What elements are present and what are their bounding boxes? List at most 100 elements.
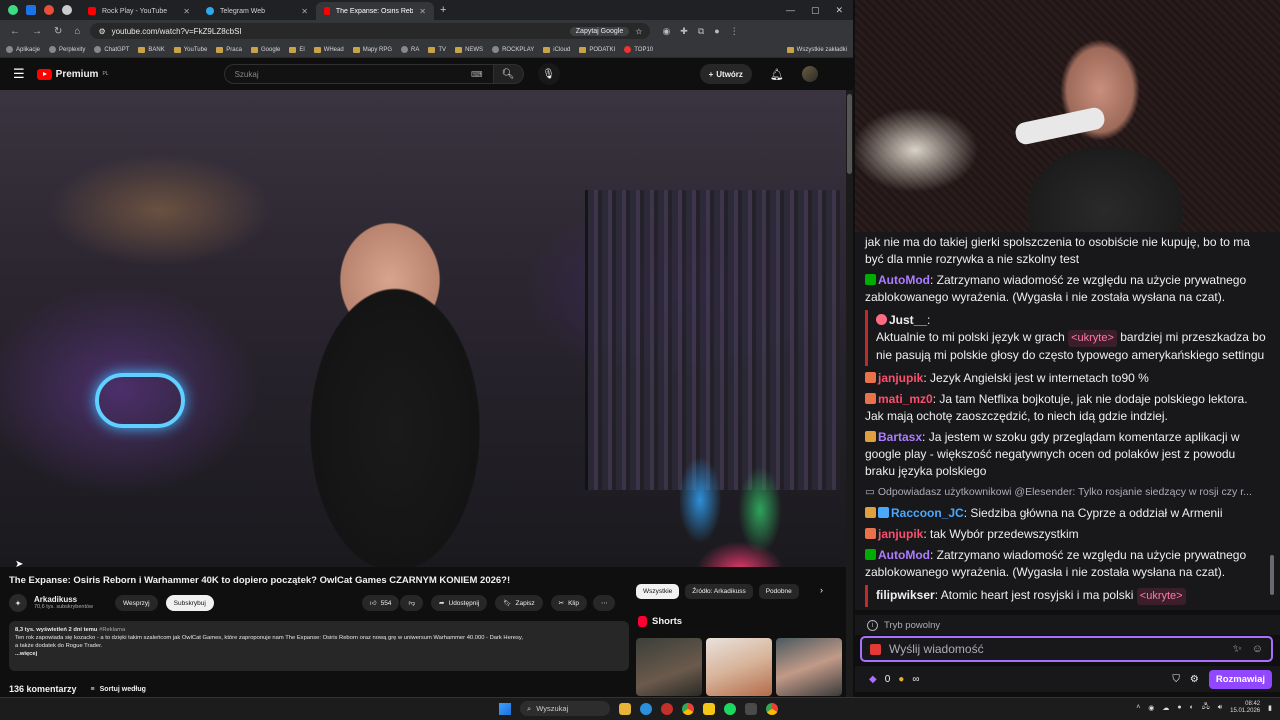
save-button[interactable]: 🔖︎ Zapisz [495,595,543,611]
notifications-bell-icon[interactable]: 🔔︎ [770,68,784,81]
close-icon[interactable]: ✕ [301,7,308,16]
extension-icon[interactable]: ✚ [680,26,688,37]
create-button[interactable]: + Utwórz [699,64,752,84]
network-icon[interactable]: 🖧︎ [1202,702,1210,713]
bookmark-folder[interactable]: NEWS [455,46,483,53]
extension-icon[interactable]: ◉ [662,26,670,37]
chrome-icon[interactable] [682,702,694,715]
youtube-logo[interactable]: Premium PL [36,68,109,80]
hidden-text-badge[interactable]: <ukryte> [1068,330,1117,347]
support-button[interactable]: Wesprzyj [115,595,158,611]
chevron-up-icon[interactable]: ˄ [1136,704,1140,711]
page-scrollbar[interactable] [846,90,853,697]
bookmark-item[interactable]: ROCKPLAY [492,46,534,53]
magic-wand-icon[interactable]: ✨︎ [1233,643,1242,656]
short-thumbnail[interactable] [636,638,702,696]
tray-app-icon[interactable]: ◉ [1148,704,1154,712]
spotify-icon[interactable] [724,702,736,715]
tab-rock-play[interactable]: Rock Play - YouTube ✕ [80,2,198,20]
chrome-icon[interactable] [766,702,778,715]
close-window-icon[interactable]: ✕ [835,5,843,16]
clip-button[interactable]: ✂ Klip [550,595,587,611]
chat-username[interactable]: mati_mz0 [878,392,933,406]
chat-scrollbar[interactable] [1270,555,1274,595]
chat-identity-icon[interactable] [870,643,881,655]
search-input[interactable]: Szukaj ⌨ [223,64,494,84]
hamburger-menu-icon[interactable]: ☰ [13,66,25,82]
chip-related[interactable]: Podobne [758,584,799,599]
reply-preview[interactable]: ▭ Odpowiadasz użytkownikowi @Elesender: … [865,482,1266,503]
video-player[interactable] [0,90,846,567]
file-explorer-icon[interactable] [619,702,631,715]
sort-comments-button[interactable]: ≡ Sortuj według [91,686,146,693]
chat-username[interactable]: janjupik [878,527,923,541]
clock[interactable]: 08:42 15.01.2026 [1230,701,1260,715]
channel-avatar[interactable]: ✦ [9,594,27,612]
emoji-icon[interactable]: ☺ [1252,643,1263,656]
reload-icon[interactable]: ↻ [54,26,62,37]
short-thumbnail[interactable] [776,638,842,696]
share-button[interactable]: ➦ Udostępnij [431,595,488,611]
pinned-tab-icon[interactable] [26,5,36,15]
bookmark-folder[interactable]: TV [428,46,446,53]
new-tab-button[interactable]: + [440,4,446,16]
chat-send-button[interactable]: Rozmawiaj [1208,669,1272,689]
pinned-tab-icon[interactable] [62,5,72,15]
windows-start-icon[interactable] [499,702,511,715]
like-button[interactable]: 👍︎ 554 [361,595,400,611]
bookmark-folder[interactable]: YouTube [173,46,207,53]
channel-name[interactable]: Arkadikuss [34,595,93,605]
avatar[interactable] [801,66,818,82]
maximize-icon[interactable]: ▢ [811,5,820,16]
opera-icon[interactable] [661,702,673,715]
short-thumbnail[interactable] [706,638,772,696]
back-icon[interactable]: ← [10,26,20,37]
more-actions-button[interactable]: ⋯ [592,595,616,611]
hidden-text-badge[interactable]: <ukryte> [1136,588,1186,605]
bookmark-folder[interactable]: iCloud [543,46,570,53]
volume-icon[interactable]: 🔊︎ [1218,704,1222,712]
pinned-tab-icon[interactable] [44,5,54,15]
chat-username[interactable]: janjupik [878,371,923,385]
search-button[interactable]: 🔍︎ [493,64,524,84]
tab-expanse-video[interactable]: The Expanse: Osiris Reborn i W...✕ [316,2,434,20]
chat-username[interactable]: filipwikser [876,588,935,602]
dislike-button[interactable]: 👎︎ [400,595,424,611]
app-icon[interactable] [745,702,757,715]
chat-username[interactable]: Just__ [889,313,927,327]
bookmark-folder[interactable]: BANK [138,46,165,53]
forward-icon[interactable]: → [32,26,42,37]
close-icon[interactable]: ✕ [419,7,426,16]
ask-google-button[interactable]: Zapytaj Google [569,26,630,36]
bookmark-apps[interactable]: Aplikacje [6,46,40,53]
tab-telegram[interactable]: Telegram Web ✕ [198,2,316,20]
taskbar-search-input[interactable]: ⌕ Wyszukaj [520,701,610,716]
all-bookmarks[interactable]: Wszystkie zakładki [786,46,847,53]
notification-icon[interactable]: ▮ [1268,704,1272,712]
chat-username[interactable]: Raccoon_JC [891,506,964,520]
menu-icon[interactable]: ⋮ [730,26,739,37]
settings-gear-icon[interactable]: ⚙ [1190,674,1199,685]
chat-username[interactable]: AutoMod [878,548,930,562]
chevron-right-icon[interactable]: › [820,585,823,595]
chat-username[interactable]: AutoMod [878,273,930,287]
edge-icon[interactable] [640,702,652,715]
keyboard-icon[interactable]: ⌨ [471,70,483,79]
bookmark-folder[interactable]: Mapy RPG [352,46,392,53]
bookmark-item[interactable]: ChatGPT [94,46,129,53]
channel-points-icon[interactable]: ● [898,674,904,685]
bookmark-folder[interactable]: WHead [313,46,344,53]
shield-icon[interactable]: ⛉ [1172,674,1180,685]
minimize-icon[interactable]: — [786,5,795,16]
bookmark-item[interactable]: RA [401,46,419,53]
chip-source[interactable]: Źródło: Arkadikuss [685,584,753,599]
bits-icon[interactable]: ◆ [869,674,877,685]
bookmark-item[interactable]: Perplexity [49,46,85,53]
site-info-icon[interactable]: ⚙ [98,27,105,36]
bookmark-item[interactable]: TOP10 [624,46,653,53]
pinned-tab-icon[interactable] [8,5,18,15]
chat-username[interactable]: Bartasx [878,430,922,444]
home-icon[interactable]: ⌂ [74,26,80,37]
extensions-puzzle-icon[interactable]: ⧉ [698,26,704,37]
tray-app-icon[interactable]: ☁ [1162,704,1169,712]
